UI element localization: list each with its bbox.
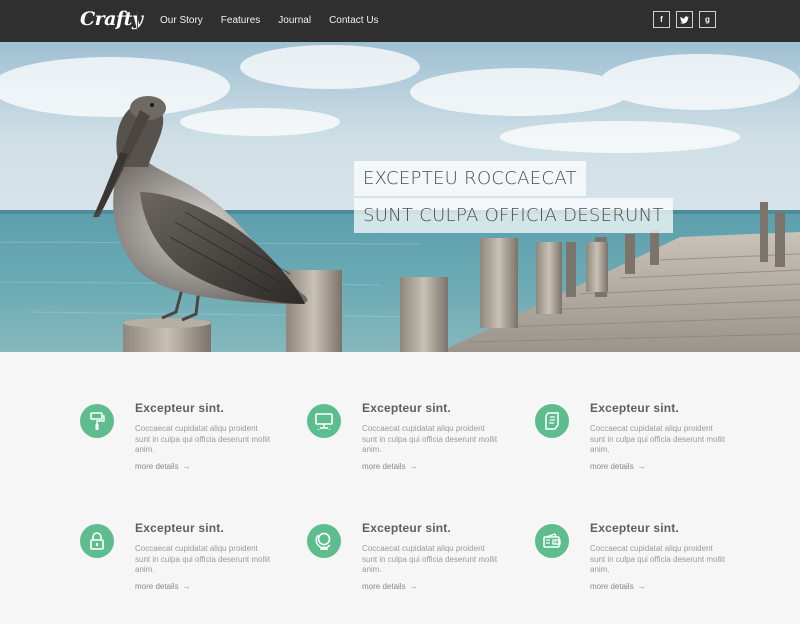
document-icon [545, 412, 559, 430]
wallet-icon [543, 533, 561, 548]
feature-text: Coccaecat cupidatat aliqu proident sunt … [362, 544, 498, 574]
feature-item: Excepteur sint. Coccaecat cupidatat aliq… [80, 521, 280, 624]
feature-icon-circle [535, 524, 569, 558]
more-details-link[interactable]: more details → [362, 462, 418, 471]
feature-text: Coccaecat cupidatat aliqu proident sunt … [590, 544, 726, 574]
more-details-label: more details [135, 582, 179, 591]
feature-title: Excepteur sint. [362, 401, 452, 415]
arrow-right-icon: → [637, 582, 646, 591]
feature-icon-circle [80, 524, 114, 558]
feature-text: Coccaecat cupidatat aliqu proident sunt … [362, 424, 498, 454]
feature-text: Coccaecat cupidatat aliqu proident sunt … [135, 544, 271, 574]
features-section: Excepteur sint. Coccaecat cupidatat aliq… [0, 352, 800, 600]
nav-divider [137, 11, 138, 31]
facebook-icon[interactable]: f [653, 11, 670, 28]
site-logo[interactable]: Crafty [80, 8, 143, 30]
feature-title: Excepteur sint. [590, 401, 680, 415]
top-navbar: Crafty Our Story Features Journal Contac… [0, 0, 800, 42]
feature-title: Excepteur sint. [590, 521, 680, 535]
feature-item: Excepteur sint. Coccaecat cupidatat aliq… [535, 521, 735, 624]
paint-roller-icon [90, 412, 105, 430]
feature-icon-circle [535, 404, 569, 438]
more-details-link[interactable]: more details → [135, 462, 191, 471]
menu-item-features[interactable]: Features [221, 0, 260, 42]
monitor-icon [315, 413, 333, 430]
main-menu: Our Story Features Journal Contact Us [160, 0, 397, 42]
more-details-label: more details [362, 582, 406, 591]
menu-item-contact-us[interactable]: Contact Us [329, 0, 378, 42]
feature-icon-circle [307, 524, 341, 558]
feature-title: Excepteur sint. [135, 521, 225, 535]
feature-item: Excepteur sint. Coccaecat cupidatat aliq… [307, 521, 507, 624]
more-details-link[interactable]: more details → [590, 462, 646, 471]
padlock-icon [90, 532, 104, 550]
feature-title: Excepteur sint. [135, 401, 225, 415]
arrow-right-icon: → [409, 462, 418, 471]
more-details-link[interactable]: more details → [362, 582, 418, 591]
more-details-link[interactable]: more details → [135, 582, 191, 591]
more-details-label: more details [590, 462, 634, 471]
more-details-label: more details [135, 462, 179, 471]
feature-title: Excepteur sint. [362, 521, 452, 535]
arrow-right-icon: → [409, 582, 418, 591]
globe-icon [315, 532, 331, 550]
twitter-icon[interactable] [676, 11, 693, 28]
feature-icon-circle [307, 404, 341, 438]
menu-item-our-story[interactable]: Our Story [160, 0, 203, 42]
arrow-right-icon: → [182, 462, 191, 471]
more-details-label: more details [590, 582, 634, 591]
google-plus-icon[interactable]: g [699, 11, 716, 28]
menu-item-journal[interactable]: Journal [278, 0, 311, 42]
feature-text: Coccaecat cupidatat aliqu proident sunt … [135, 424, 271, 454]
feature-item: Excepteur sint. Coccaecat cupidatat aliq… [307, 401, 507, 504]
hero-banner: EXCEPTEU ROCCAECAT SUNT CULPA OFFICIA DE… [0, 42, 800, 352]
hero-caption-line2: SUNT CULPA OFFICIA DESERUNT [354, 198, 673, 233]
hero-image [0, 42, 800, 352]
feature-icon-circle [80, 404, 114, 438]
more-details-label: more details [362, 462, 406, 471]
feature-text: Coccaecat cupidatat aliqu proident sunt … [590, 424, 726, 454]
feature-item: Excepteur sint. Coccaecat cupidatat aliq… [535, 401, 735, 504]
arrow-right-icon: → [182, 582, 191, 591]
hero-caption-line1: EXCEPTEU ROCCAECAT [354, 161, 586, 196]
more-details-link[interactable]: more details → [590, 582, 646, 591]
feature-item: Excepteur sint. Coccaecat cupidatat aliq… [80, 401, 280, 504]
arrow-right-icon: → [637, 462, 646, 471]
social-links: f g [653, 11, 722, 28]
